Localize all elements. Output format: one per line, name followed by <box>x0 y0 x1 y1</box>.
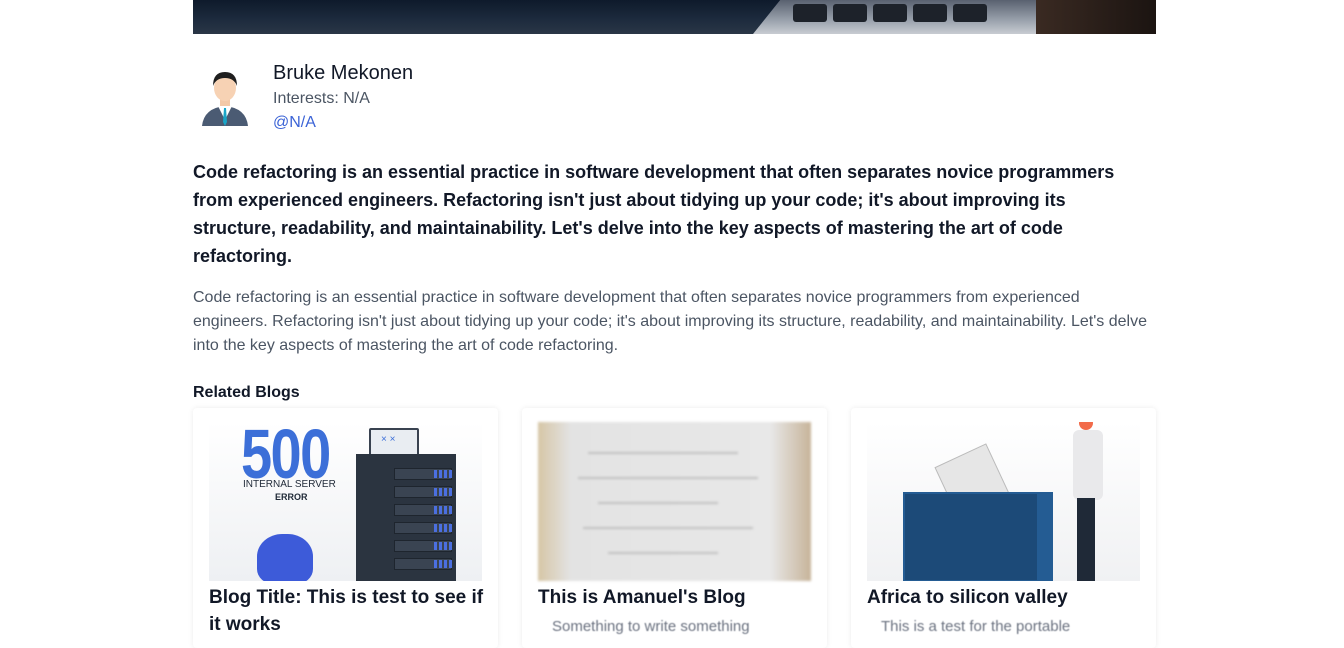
related-blog-card[interactable]: Africa to silicon valley This is a test … <box>851 408 1156 648</box>
related-blog-card[interactable]: 500 INTERNAL SERVER ERROR × × Blog Title… <box>193 408 498 648</box>
blog-thumbnail <box>538 422 811 581</box>
thumbnail-caption: INTERNAL SERVER <box>243 479 336 490</box>
server-rack-graphic <box>356 454 456 581</box>
thumbnail-caption: ERROR <box>275 492 308 502</box>
post-body: Code refactoring is an essential practic… <box>193 289 1147 354</box>
related-blog-card[interactable]: This is Amanuel's Blog Something to writ… <box>522 408 827 648</box>
author-name: Bruke Mekonen <box>273 62 414 84</box>
author-handle-link[interactable]: @N/A <box>273 114 316 132</box>
blog-thumbnail: 500 INTERNAL SERVER ERROR × × <box>209 422 482 581</box>
author-interests: Interests: N/A <box>273 90 370 107</box>
related-blog-title[interactable]: Blog Title: This is test to see if it wo… <box>209 584 484 638</box>
related-blogs-heading: Related Blogs <box>193 384 300 401</box>
hand-graphic <box>1036 0 1156 34</box>
person-graphic <box>1065 422 1105 581</box>
dog-mascot-graphic <box>257 534 313 581</box>
related-blog-title[interactable]: This is Amanuel's Blog <box>538 584 813 611</box>
hero-image <box>193 0 1156 34</box>
blog-thumbnail <box>867 422 1140 581</box>
post-lead: Code refactoring is an essential practic… <box>193 162 1115 266</box>
related-blog-title[interactable]: Africa to silicon valley <box>867 584 1142 611</box>
avatar <box>202 72 248 126</box>
